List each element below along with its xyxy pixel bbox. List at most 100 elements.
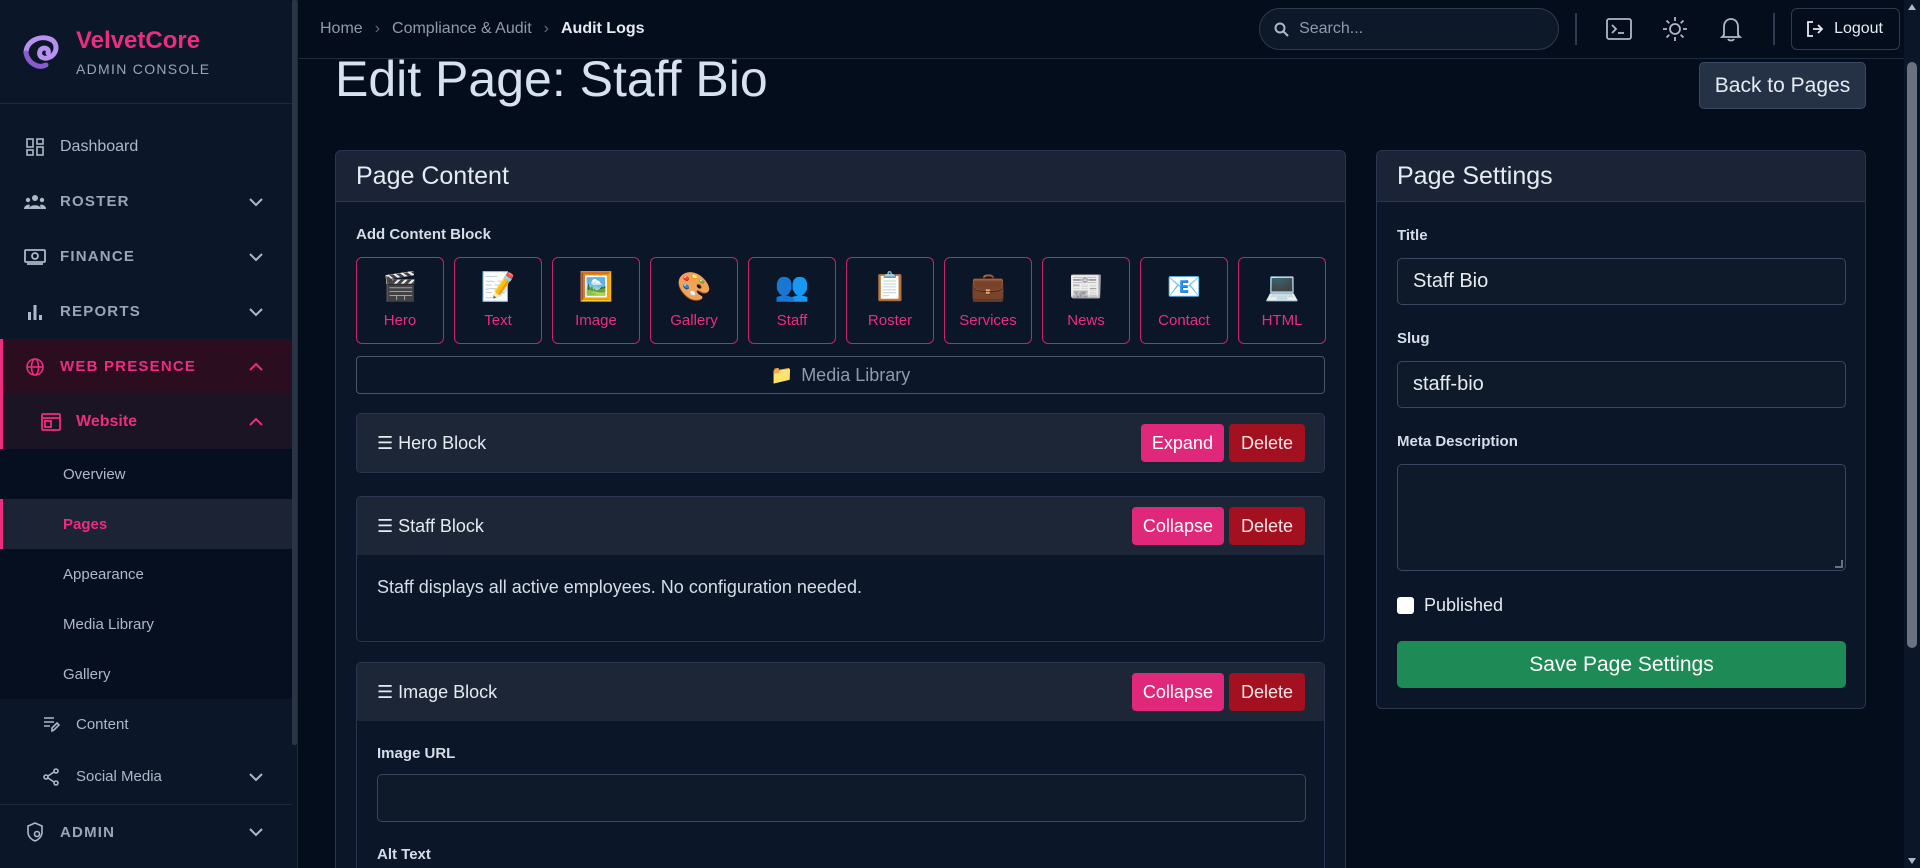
browser-icon: [40, 411, 62, 433]
block-type-label: Image: [575, 312, 617, 329]
page-settings-header: Page Settings: [1377, 151, 1865, 202]
newspaper-icon: 📰: [1068, 271, 1104, 302]
sidebar-item-label: REPORTS: [60, 303, 141, 320]
title-input[interactable]: Staff Bio: [1397, 258, 1846, 305]
add-staff-block-button[interactable]: 👥 Staff: [748, 257, 836, 344]
sidebar-sub-appearance[interactable]: Appearance: [0, 549, 292, 599]
sidebar-item-roster[interactable]: ROSTER: [0, 174, 292, 229]
page-content-card: Page Content Add Content Block 🎬 Hero 📝 Te…: [335, 150, 1346, 868]
delete-button[interactable]: Delete: [1228, 507, 1305, 545]
brand-subtitle: ADMIN CONSOLE: [76, 60, 211, 77]
image-url-label: Image URL: [377, 745, 456, 762]
add-roster-block-button[interactable]: 📋 Roster: [846, 257, 934, 344]
scroll-up-icon[interactable]: [1908, 4, 1916, 10]
alt-text-label: Alt Text: [377, 846, 431, 863]
sidebar-item-label: Dashboard: [60, 137, 139, 155]
sidebar-item-admin[interactable]: ADMIN: [0, 804, 292, 859]
delete-button[interactable]: Delete: [1228, 673, 1305, 711]
add-content-block-label: Add Content Block: [356, 226, 491, 243]
breadcrumb-home[interactable]: Home: [320, 20, 363, 38]
delete-button[interactable]: Delete: [1228, 424, 1305, 462]
media-library-label: Media Library: [801, 364, 911, 385]
media-library-button[interactable]: 📁 Media Library: [356, 356, 1325, 394]
brand[interactable]: VelvetCore ADMIN CONSOLE: [0, 0, 292, 104]
chevron-up-icon: [249, 362, 263, 371]
breadcrumb: Home › Compliance & Audit › Audit Logs: [320, 20, 1259, 38]
brand-logo-icon: [23, 34, 59, 69]
breadcrumb-current: Audit Logs: [560, 20, 645, 37]
chevron-down-icon: [249, 197, 263, 206]
sidebar-item-label: ROSTER: [60, 193, 130, 210]
slug-input[interactable]: staff-bio: [1397, 361, 1846, 408]
staff-block-header[interactable]: ☰ Staff Block Collapse Delete: [357, 497, 1324, 555]
page-scrollbar[interactable]: [1904, 0, 1920, 868]
scroll-down-icon[interactable]: [1908, 858, 1916, 864]
sidebar-item-content[interactable]: Content: [0, 699, 292, 749]
sidebar-sub-gallery[interactable]: Gallery: [0, 649, 292, 699]
resize-handle-icon[interactable]: [1835, 560, 1843, 568]
collapse-button[interactable]: Collapse: [1131, 507, 1224, 545]
chevron-down-icon: [249, 828, 263, 837]
palette-icon: 🎨: [676, 271, 712, 302]
add-news-block-button[interactable]: 📰 News: [1042, 257, 1130, 344]
money-icon: [24, 246, 46, 268]
sidebar-item-website[interactable]: Website: [0, 394, 292, 449]
add-gallery-block-button[interactable]: 🎨 Gallery: [650, 257, 738, 344]
logout-icon: [1807, 21, 1824, 37]
sidebar-item-dashboard[interactable]: Dashboard: [0, 119, 292, 174]
sidebar-item-label: Social Media: [76, 768, 162, 785]
breadcrumb-separator-icon: ›: [543, 20, 549, 37]
sidebar-item-label: WEB PRESENCE: [60, 358, 197, 375]
search-box[interactable]: [1259, 8, 1560, 50]
save-page-settings-button[interactable]: Save Page Settings: [1397, 641, 1846, 688]
theme-toggle-button[interactable]: [1655, 9, 1695, 49]
sidebar: VelvetCore ADMIN CONSOLE Dashboard ROSTE…: [0, 0, 298, 868]
notifications-button[interactable]: [1711, 9, 1751, 49]
sidebar-sub-pages[interactable]: Pages: [0, 499, 292, 549]
add-image-block-button[interactable]: 🖼️ Image: [552, 257, 640, 344]
website-subnav: Overview Pages Appearance Media Library …: [0, 449, 297, 699]
block-title: ☰ Staff Block: [377, 515, 484, 536]
published-toggle[interactable]: Published: [1397, 595, 1503, 616]
staff-block-description: Staff displays all active employees. No …: [377, 577, 862, 597]
breadcrumb-compliance[interactable]: Compliance & Audit: [392, 20, 532, 38]
laptop-icon: 💻: [1264, 271, 1300, 302]
staff-block: ☰ Staff Block Collapse Delete Staff disp…: [356, 496, 1325, 642]
terminal-button[interactable]: [1599, 9, 1639, 49]
chevron-down-icon: [249, 252, 263, 261]
add-hero-block-button[interactable]: 🎬 Hero: [356, 257, 444, 344]
sidebar-item-social-media[interactable]: Social Media: [0, 749, 292, 804]
folder-icon: 📁: [770, 364, 794, 385]
sidebar-item-finance[interactable]: FINANCE: [0, 229, 292, 284]
search-icon: [1274, 22, 1289, 37]
block-type-label: Staff: [776, 312, 808, 329]
add-html-block-button[interactable]: 💻 HTML: [1238, 257, 1326, 344]
sidebar-sub-media-library[interactable]: Media Library: [0, 599, 292, 649]
divider: [1773, 13, 1776, 45]
image-url-input[interactable]: [377, 774, 1306, 822]
add-services-block-button[interactable]: 💼 Services: [944, 257, 1032, 344]
sidebar-item-web-presence[interactable]: WEB PRESENCE: [0, 339, 292, 394]
add-text-block-button[interactable]: 📝 Text: [454, 257, 542, 344]
sidebar-scrollbar[interactable]: [292, 0, 297, 745]
globe-icon: [24, 356, 46, 378]
image-block-header[interactable]: ☰ Image Block Collapse Delete: [357, 663, 1324, 721]
page-settings-card: Page Settings Title Staff Bio Slug staff…: [1376, 150, 1866, 709]
sidebar-sub-overview[interactable]: Overview: [0, 449, 292, 499]
add-contact-block-button[interactable]: 📧 Contact: [1140, 257, 1228, 344]
collapse-button[interactable]: Collapse: [1131, 673, 1224, 711]
sidebar-item-reports[interactable]: REPORTS: [0, 284, 292, 339]
block-type-label: Roster: [867, 312, 913, 329]
published-checkbox[interactable]: [1397, 597, 1414, 614]
expand-button[interactable]: Expand: [1140, 424, 1224, 462]
terminal-icon: [1606, 18, 1632, 40]
meta-description-textarea[interactable]: [1397, 464, 1846, 571]
block-type-label: HTML: [1261, 312, 1303, 329]
logout-button[interactable]: Logout: [1791, 8, 1900, 50]
search-input[interactable]: [1299, 20, 1520, 38]
clapper-icon: 🎬: [382, 271, 418, 302]
scroll-thumb[interactable]: [1907, 62, 1917, 648]
hero-block-header[interactable]: ☰ Hero Block Expand Delete: [357, 414, 1324, 472]
people-icon: 👥: [774, 271, 810, 302]
back-to-pages-button[interactable]: Back to Pages: [1699, 62, 1866, 109]
